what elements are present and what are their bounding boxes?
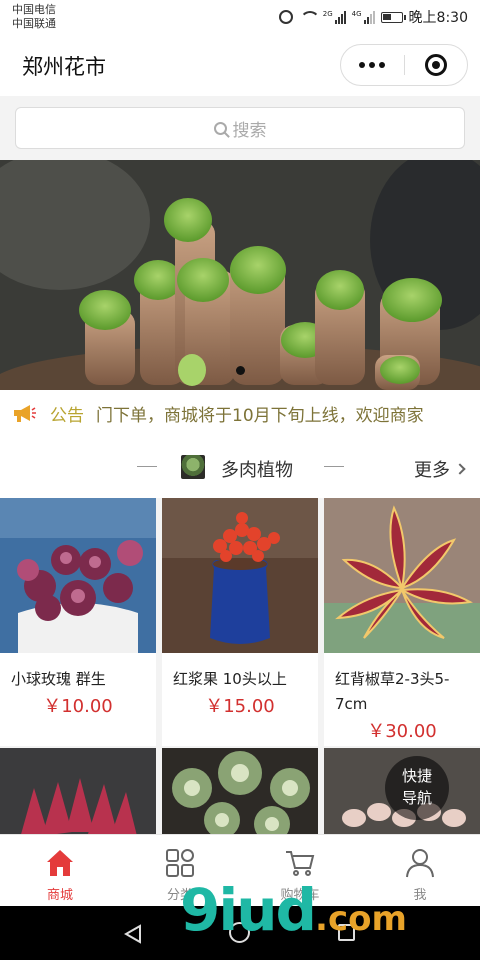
- wifi-icon: [299, 10, 320, 24]
- search-input[interactable]: 搜索: [15, 107, 465, 149]
- product-image: [0, 498, 156, 653]
- close-button[interactable]: [405, 54, 468, 76]
- back-icon[interactable]: [124, 924, 142, 944]
- more-link[interactable]: 更多: [414, 456, 466, 482]
- product-image: [162, 748, 318, 834]
- section-header: 多肉植物 更多: [0, 436, 480, 498]
- status-bar: 中国电信 中国联通 2G 4G 晚上8:30: [0, 0, 480, 34]
- more-label: 更多: [414, 460, 450, 481]
- announcement-text: 门下单，商城将于10月下旬上线，欢迎商家: [96, 405, 424, 426]
- product-price: ￥30.00: [367, 721, 437, 742]
- category-thumbnail: [181, 455, 205, 479]
- battery-icon: [380, 11, 406, 23]
- product-name: 红背椒草2-3头5-7cm: [335, 670, 450, 713]
- product-image: [324, 498, 480, 653]
- tab-label-home: 商城: [46, 888, 73, 903]
- mini-program-capsule: [340, 44, 468, 86]
- product-name: 红浆果 10头以上: [173, 670, 287, 688]
- divider-line-left: [137, 466, 157, 467]
- product-image: [162, 498, 318, 653]
- banner-carousel[interactable]: [0, 160, 480, 390]
- signal-icon: 2G: [323, 10, 346, 24]
- product-price: ￥15.00: [205, 696, 275, 717]
- announcement-label: 公告: [50, 405, 84, 426]
- quick-nav-line1: 快捷: [401, 767, 432, 785]
- home-icon: [47, 850, 73, 876]
- product-name: 小球玫瑰 群生: [11, 670, 106, 688]
- banner-image: [0, 160, 480, 390]
- search-icon: [213, 121, 227, 135]
- product-card[interactable]: [0, 748, 156, 834]
- user-icon: [406, 849, 434, 878]
- target-icon: [424, 54, 447, 76]
- quick-nav-button[interactable]: 快捷 导航: [385, 756, 449, 820]
- category-icon: [166, 849, 194, 877]
- status-icons: 2G 4G 晚上8:30: [278, 7, 468, 27]
- product-price: ￥10.00: [43, 696, 113, 717]
- product-card[interactable]: 红浆果 10头以上 ￥15.00: [162, 498, 318, 746]
- carrier-2: 中国联通: [12, 17, 56, 30]
- watermark-logo: 9iud.com: [180, 876, 407, 944]
- signal-icon-2: 4G: [352, 10, 375, 24]
- alarm-icon: [278, 10, 293, 24]
- product-card[interactable]: 红背椒草2-3头5-7cm ￥30.00: [324, 498, 480, 746]
- carrier-info: 中国电信 中国联通: [12, 3, 56, 31]
- chevron-right-icon: [454, 463, 466, 475]
- product-image: [0, 748, 156, 834]
- search-area: 搜索: [0, 96, 480, 160]
- megaphone-icon: [14, 405, 36, 422]
- divider-line-right: [324, 466, 344, 467]
- carousel-indicator[interactable]: [236, 366, 245, 375]
- cart-icon: [286, 851, 315, 876]
- page-title: 郑州花市: [22, 55, 106, 79]
- nav-bar: 郑州花市: [0, 34, 480, 96]
- section-title: 多肉植物: [221, 460, 293, 481]
- product-card[interactable]: 小球玫瑰 群生 ￥10.00: [0, 498, 156, 746]
- quick-nav-line2: 导航: [401, 789, 432, 807]
- search-placeholder: 搜索: [232, 120, 267, 141]
- tab-label-me: 我: [413, 888, 427, 903]
- status-time: 晚上8:30: [408, 10, 468, 26]
- more-menu-button[interactable]: [341, 62, 404, 68]
- tab-home[interactable]: 商城: [0, 835, 120, 906]
- announcement-bar[interactable]: 公告 门下单，商城将于10月下旬上线，欢迎商家: [0, 390, 480, 436]
- carrier-1: 中国电信: [12, 3, 56, 16]
- product-card[interactable]: [162, 748, 318, 834]
